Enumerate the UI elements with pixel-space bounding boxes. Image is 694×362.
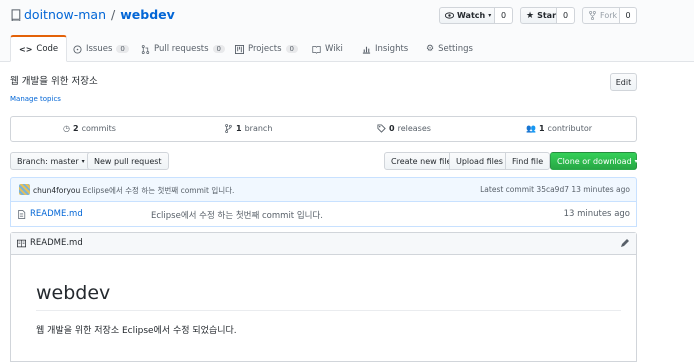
people-icon: 👥	[526, 124, 536, 133]
fork-count[interactable]: 0	[620, 7, 637, 24]
fork-label: Fork	[600, 11, 618, 20]
find-file-button[interactable]: Find file	[505, 152, 551, 170]
repo-name-link[interactable]: webdev	[120, 7, 175, 22]
numbers-summary: ◷ 2 commits 1 branch 0 releases 👥 1 cont…	[10, 116, 637, 142]
branches-label: branch	[244, 124, 273, 133]
caret-down-icon: ▾	[81, 157, 85, 165]
tab-projects-count: 0	[285, 45, 298, 53]
tab-wiki-label: Wiki	[325, 44, 343, 54]
file-icon	[18, 209, 26, 219]
file-name: README.md	[30, 209, 83, 219]
new-pull-request-button[interactable]: New pull request	[87, 152, 169, 170]
tab-insights-label: Insights	[375, 44, 409, 54]
tab-pull-requests-count: 0	[212, 45, 225, 53]
eye-icon	[445, 12, 454, 19]
table-row: README.md Eclipse에서 수정 하는 첫번째 commit 입니다…	[10, 202, 637, 227]
releases-count: 0	[389, 124, 395, 133]
star-button[interactable]: ★ Star	[520, 7, 557, 24]
commit-message[interactable]: Eclipse에서 수정 하는 첫번째 commit 입니다.	[83, 186, 235, 195]
commit-author-line: chun4foryou Eclipse에서 수정 하는 첫번째 commit 입…	[33, 185, 234, 196]
caret-down-icon: ▾	[488, 12, 492, 19]
readme-title: README.md	[17, 238, 83, 248]
pencil-icon[interactable]	[620, 238, 630, 248]
tab-projects[interactable]: Projects 0	[235, 36, 298, 62]
tab-issues-count: 0	[116, 45, 129, 53]
issue-icon	[73, 44, 82, 54]
tab-settings[interactable]: ⚙ Settings	[426, 36, 473, 62]
contributors-label: contributor	[547, 124, 593, 133]
readme-paragraph: 웹 개발을 위한 저장소 Eclipse에서 수정 되었습니다.	[36, 326, 237, 336]
commits-count: 2	[72, 124, 79, 133]
readme-box: README.md webdev 웹 개발을 위한 저장소 Eclipse에서 …	[10, 232, 637, 362]
releases-label: releases	[397, 124, 431, 133]
tag-icon	[377, 124, 386, 133]
tab-insights[interactable]: Insights	[362, 36, 408, 62]
star-label: Star	[537, 11, 557, 20]
branch-icon	[225, 124, 232, 133]
file-name-link[interactable]: README.md	[17, 209, 83, 219]
tab-code-label: Code	[36, 44, 59, 54]
history-icon: ◷	[63, 124, 70, 133]
tab-pull-requests[interactable]: Pull requests 0	[141, 36, 225, 62]
clone-download-button[interactable]: Clone or download ▾	[550, 152, 638, 170]
tab-issues[interactable]: Issues 0	[73, 36, 129, 62]
tab-settings-label: Settings	[438, 44, 473, 54]
pull-request-icon	[141, 44, 150, 54]
file-commit-message[interactable]: Eclipse에서 수정 하는 첫번째 commit 입니다.	[151, 209, 323, 221]
branches-link[interactable]: 1 branch	[224, 124, 272, 133]
fork-button[interactable]: Fork	[582, 7, 620, 24]
branch-select[interactable]: Branch: master ▾	[10, 152, 92, 170]
watch-count[interactable]: 0	[495, 7, 513, 24]
watch-label: Watch	[457, 11, 486, 20]
repo-description: 웹 개발을 위한 저장소	[10, 76, 98, 87]
book-icon	[17, 239, 26, 247]
repo-icon	[11, 8, 21, 21]
repo-title: doitnow-man / webdev	[10, 7, 175, 22]
readme-header: README.md	[11, 233, 636, 255]
tab-projects-label: Projects	[248, 44, 282, 54]
graph-icon	[362, 46, 371, 54]
project-icon	[235, 44, 244, 54]
tab-pull-requests-label: Pull requests	[154, 44, 209, 54]
caret-down-icon: ▾	[634, 157, 638, 165]
star-count[interactable]: 0	[557, 7, 575, 24]
file-age: 13 minutes ago	[563, 209, 630, 219]
clone-download-label: Clone or download	[557, 156, 632, 166]
readme-heading: webdev	[36, 282, 111, 304]
star-icon: ★	[526, 10, 535, 21]
fork-icon	[589, 11, 596, 20]
latest-commit-info[interactable]: Latest commit 35ca9d7 13 minutes ago	[480, 185, 630, 194]
commit-tease: chun4foryou Eclipse에서 수정 하는 첫번째 commit 입…	[10, 177, 637, 202]
avatar[interactable]	[19, 184, 30, 195]
contributors-count: 1	[538, 124, 545, 133]
repo-separator: /	[111, 7, 116, 22]
watch-button[interactable]: Watch ▾	[439, 7, 495, 24]
repo-owner-link[interactable]: doitnow-man	[24, 7, 106, 22]
tab-wiki[interactable]: Wiki	[312, 36, 343, 62]
releases-link[interactable]: 0 releases	[377, 124, 431, 133]
tab-issues-label: Issues	[86, 44, 113, 54]
commit-author[interactable]: chun4foryou	[33, 186, 80, 195]
heading-divider	[36, 310, 621, 311]
wiki-book-icon	[312, 45, 321, 54]
manage-topics-link[interactable]: Manage topics	[10, 95, 61, 103]
upload-files-button[interactable]: Upload files	[449, 152, 510, 170]
code-icon: <>	[19, 44, 33, 54]
readme-label: README.md	[30, 238, 83, 248]
commits-link[interactable]: ◷ 2 commits	[63, 124, 116, 133]
branch-select-label: Branch: master	[17, 156, 79, 166]
edit-button[interactable]: Edit	[610, 73, 637, 91]
commits-label: commits	[81, 124, 116, 133]
branches-count: 1	[236, 124, 242, 133]
contributors-link[interactable]: 👥 1 contributor	[526, 124, 592, 133]
gear-icon: ⚙	[426, 44, 435, 54]
create-new-file-button[interactable]: Create new file	[384, 152, 459, 170]
tab-code[interactable]: <> Code	[10, 35, 68, 62]
